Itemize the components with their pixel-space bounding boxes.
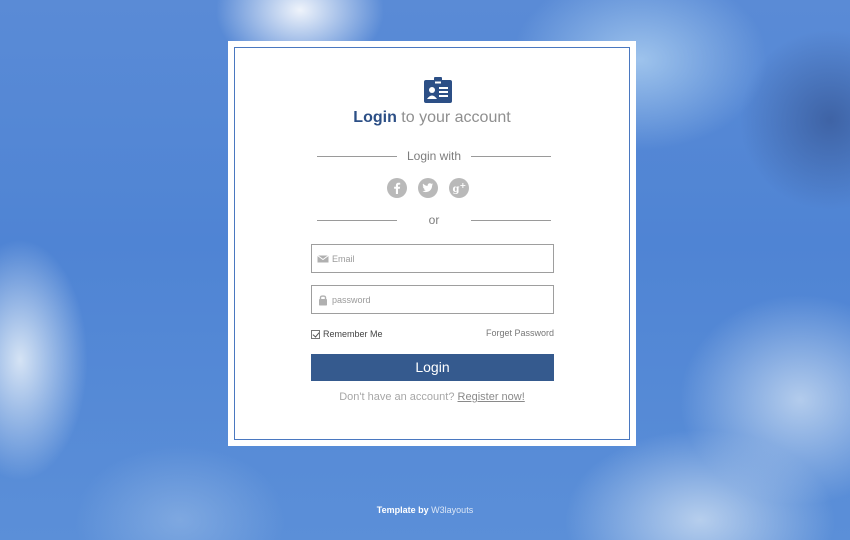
- footer-prefix: Template by: [376, 505, 429, 515]
- title-rest: to your account: [401, 109, 511, 126]
- login-with-divider: Login with: [317, 148, 551, 164]
- facebook-icon[interactable]: [387, 178, 407, 198]
- twitter-icon[interactable]: [418, 178, 438, 198]
- remember-label: Remember Me: [323, 329, 383, 339]
- svg-text:g: g: [453, 184, 460, 195]
- svg-text:+: +: [460, 181, 467, 190]
- register-prompt: Don't have an account?: [339, 391, 455, 403]
- remember-me[interactable]: Remember Me: [311, 328, 383, 340]
- remember-checkbox[interactable]: [311, 329, 320, 339]
- login-button[interactable]: Login: [311, 354, 554, 381]
- page-title: Login to your account: [235, 109, 629, 127]
- id-badge-icon: [424, 77, 452, 103]
- footer-brand-link[interactable]: W3layouts: [431, 505, 473, 515]
- google-plus-glyph: g +: [453, 181, 467, 195]
- or-divider: or: [317, 212, 551, 228]
- footer-credit: Template by W3layouts: [0, 505, 850, 515]
- register-line: Don't have an account? Register now!: [235, 391, 629, 403]
- divider-line-right: [471, 220, 551, 221]
- lock-icon: [319, 295, 327, 306]
- login-card: Login to your account Login with g + or …: [228, 41, 636, 446]
- twitter-glyph: [422, 183, 433, 193]
- register-link[interactable]: Register now!: [458, 391, 525, 403]
- forget-password-link[interactable]: Forget Password: [486, 328, 554, 338]
- password-input[interactable]: [332, 286, 547, 313]
- divider-line-right: [471, 156, 551, 157]
- envelope-icon: [317, 255, 329, 263]
- title-strong: Login: [353, 109, 397, 126]
- password-field[interactable]: [311, 285, 554, 314]
- facebook-glyph: [394, 182, 401, 194]
- login-card-frame: Login to your account Login with g + or …: [234, 47, 630, 440]
- email-field[interactable]: [311, 244, 554, 273]
- email-input[interactable]: [332, 245, 547, 272]
- google-plus-icon[interactable]: g +: [449, 178, 469, 198]
